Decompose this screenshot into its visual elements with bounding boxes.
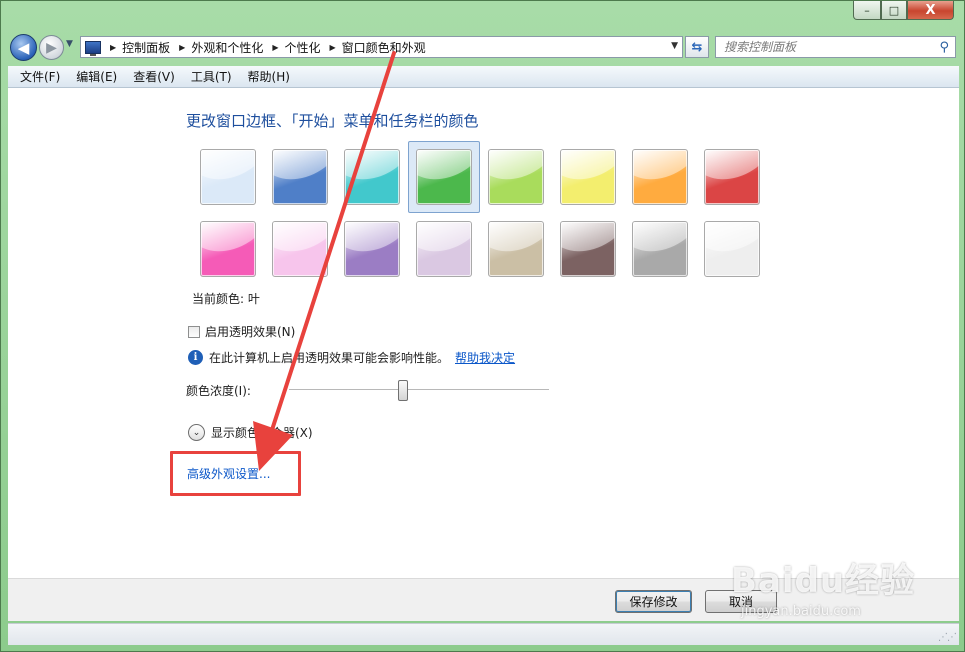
breadcrumb-window-color[interactable]: 窗口颜色和外观 [342, 39, 426, 56]
refresh-icon: ⇆ [691, 39, 703, 55]
color-swatch-frost[interactable] [704, 221, 760, 277]
maximize-button[interactable]: □ [881, 1, 907, 20]
color-swatch-fuchsia[interactable] [200, 221, 256, 277]
transparency-checkbox[interactable] [188, 325, 200, 338]
menu-edit[interactable]: 编辑(E) [68, 68, 125, 85]
color-swatch-lemon[interactable] [560, 149, 616, 205]
page-title: 更改窗口边框、「开始」菜单和任务栏的颜色 [186, 112, 479, 130]
color-swatch-taupe[interactable] [488, 221, 544, 277]
color-swatch-sky[interactable] [200, 149, 256, 205]
recent-pages-dropdown-icon[interactable]: ▼ [66, 39, 78, 55]
menu-help[interactable]: 帮助(H) [240, 68, 298, 85]
search-box[interactable]: ⚲ [715, 36, 956, 58]
color-intensity-slider-thumb[interactable] [398, 380, 409, 401]
search-icon[interactable]: ⚲ [939, 40, 949, 55]
watermark-url: jingyan.baidu.com [741, 604, 861, 619]
color-swatch-chocolate[interactable] [560, 221, 616, 277]
main-content: 更改窗口边框、「开始」菜单和任务栏的颜色 当前颜色: 叶 启用透明效果(N) i… [8, 88, 959, 578]
color-intensity-slider-track[interactable] [289, 389, 549, 391]
save-changes-button[interactable]: 保存修改 [615, 590, 692, 613]
color-swatch-sea[interactable] [344, 149, 400, 205]
baidu-watermark: Baidu经验 jingyan.baidu.com [731, 553, 915, 619]
color-mixer-toggle[interactable]: ⌄ 显示颜色混合器(X) [188, 424, 313, 441]
refresh-button[interactable]: ⇆ [685, 36, 709, 58]
menu-bar: 文件(F) 编辑(E) 查看(V) 工具(T) 帮助(H) [8, 66, 959, 88]
chevron-down-icon[interactable]: ⌄ [188, 424, 205, 441]
help-me-decide-link[interactable]: 帮助我决定 [455, 349, 515, 366]
navigation-bar: ◀ ▶ ▼ ▶ 控制面板 ▶ 外观和个性化 ▶ 个性化 ▶ 窗口颜色和外观 ▼ … [1, 31, 965, 63]
color-mixer-label[interactable]: 显示颜色混合器(X) [211, 424, 313, 441]
transparency-option[interactable]: 启用透明效果(N) [188, 323, 295, 340]
color-swatch-violet[interactable] [344, 221, 400, 277]
transparency-label[interactable]: 启用透明效果(N) [205, 323, 295, 340]
caption-buttons: – □ X [853, 1, 954, 20]
info-text: 在此计算机上启用透明效果可能会影响性能。 [209, 351, 450, 365]
color-swatch-lime[interactable] [488, 149, 544, 205]
breadcrumb-separator-icon[interactable]: ▶ [110, 43, 116, 52]
breadcrumb-separator-icon[interactable]: ▶ [179, 43, 185, 52]
color-intensity-label: 颜色浓度(I): [186, 384, 251, 398]
address-dropdown-icon[interactable]: ▼ [671, 41, 678, 51]
color-swatch-leaf[interactable] [416, 149, 472, 205]
menu-view[interactable]: 查看(V) [125, 68, 183, 85]
color-swatch-ruby[interactable] [704, 149, 760, 205]
color-swatch-slate[interactable] [632, 221, 688, 277]
back-button[interactable]: ◀ [10, 34, 37, 61]
info-icon: i [188, 350, 203, 365]
watermark-logo: Baidu经验 [731, 561, 916, 601]
close-button[interactable]: X [907, 1, 954, 20]
menu-file[interactable]: 文件(F) [12, 68, 68, 85]
annotation-highlight-box [170, 451, 301, 496]
color-swatch-lavender[interactable] [416, 221, 472, 277]
address-bar[interactable]: ▶ 控制面板 ▶ 外观和个性化 ▶ 个性化 ▶ 窗口颜色和外观 ▼ [80, 36, 683, 58]
breadcrumb-separator-icon[interactable]: ▶ [272, 43, 278, 52]
color-swatch-blush[interactable] [272, 221, 328, 277]
breadcrumb-personalization[interactable]: 个性化 [285, 39, 321, 56]
window-frame: – □ X ◀ ▶ ▼ ▶ 控制面板 ▶ 外观和个性化 ▶ 个性化 ▶ 窗口颜色… [0, 0, 965, 652]
menu-tools[interactable]: 工具(T) [183, 68, 240, 85]
resize-grip-icon[interactable]: ⋰⋰ [938, 632, 957, 643]
status-bar: ⋰⋰ [8, 623, 959, 645]
minimize-button[interactable]: – [853, 1, 881, 20]
breadcrumb-separator-icon[interactable]: ▶ [330, 43, 336, 52]
performance-info: i 在此计算机上启用透明效果可能会影响性能。 帮助我决定 [188, 349, 515, 366]
breadcrumb-control-panel[interactable]: 控制面板 [122, 39, 170, 56]
breadcrumb-appearance[interactable]: 外观和个性化 [191, 39, 263, 56]
current-color-label: 当前颜色: 叶 [192, 292, 260, 306]
forward-button[interactable]: ▶ [39, 35, 64, 60]
search-input[interactable] [724, 40, 929, 54]
color-swatch-twilight[interactable] [272, 149, 328, 205]
control-panel-icon [85, 40, 101, 56]
color-swatch-pumpkin[interactable] [632, 149, 688, 205]
